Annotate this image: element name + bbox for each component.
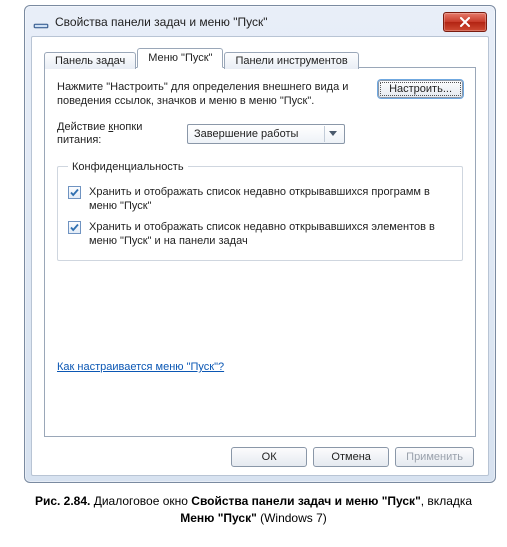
window-title: Свойства панели задач и меню "Пуск" — [55, 15, 443, 29]
chevron-down-icon — [324, 126, 340, 142]
power-action-value: Завершение работы — [194, 128, 324, 140]
dialog-button-row: ОК Отмена Применить — [44, 437, 476, 467]
tab-panel-startmenu: Нажмите "Настроить" для определения внеш… — [44, 67, 476, 437]
privacy-group: Конфиденциальность Хранить и отображать … — [57, 161, 463, 261]
customize-button-label: Настроить... — [389, 83, 452, 95]
instruction-text: Нажмите "Настроить" для определения внеш… — [57, 80, 366, 109]
checkbox-recent-programs[interactable] — [68, 186, 81, 199]
privacy-legend: Конфиденциальность — [68, 161, 188, 173]
close-icon — [459, 17, 471, 27]
power-action-label: Действие кнопки питания: — [57, 121, 175, 147]
titlebar: Свойства панели задач и меню "Пуск" — [31, 12, 489, 36]
window-icon — [33, 14, 49, 30]
checkbox-recent-programs-label: Хранить и отображать список недавно откр… — [89, 185, 452, 214]
apply-button-label: Применить — [406, 451, 463, 463]
ok-button[interactable]: ОК — [231, 447, 307, 467]
tab-startmenu-label: Меню "Пуск" — [148, 52, 212, 64]
help-link[interactable]: Как настраивается меню "Пуск"? — [57, 361, 224, 373]
tab-startmenu[interactable]: Меню "Пуск" — [137, 48, 223, 68]
check-icon — [69, 222, 80, 233]
tab-taskbar-label: Панель задач — [55, 55, 125, 67]
power-action-select[interactable]: Завершение работы — [187, 124, 345, 144]
tab-taskbar[interactable]: Панель задач — [44, 52, 136, 69]
ok-button-label: ОК — [262, 451, 277, 463]
close-button[interactable] — [443, 12, 487, 32]
checkbox-recent-items-label: Хранить и отображать список недавно откр… — [89, 220, 452, 249]
tab-toolbars-label: Панели инструментов — [235, 55, 347, 67]
checkbox-recent-items[interactable] — [68, 221, 81, 234]
tab-toolbars[interactable]: Панели инструментов — [224, 52, 358, 69]
figure-caption: Рис. 2.84. Диалоговое окно Свойства пане… — [12, 493, 495, 527]
window-frame: Свойства панели задач и меню "Пуск" Пане… — [24, 5, 496, 483]
apply-button[interactable]: Применить — [395, 447, 474, 467]
cancel-button-label: Отмена — [331, 451, 370, 463]
check-icon — [69, 187, 80, 198]
customize-button[interactable]: Настроить... — [378, 80, 463, 98]
tabstrip: Панель задач Меню "Пуск" Панели инструме… — [44, 48, 476, 68]
cancel-button[interactable]: Отмена — [313, 447, 389, 467]
dialog-body: Панель задач Меню "Пуск" Панели инструме… — [31, 36, 489, 476]
